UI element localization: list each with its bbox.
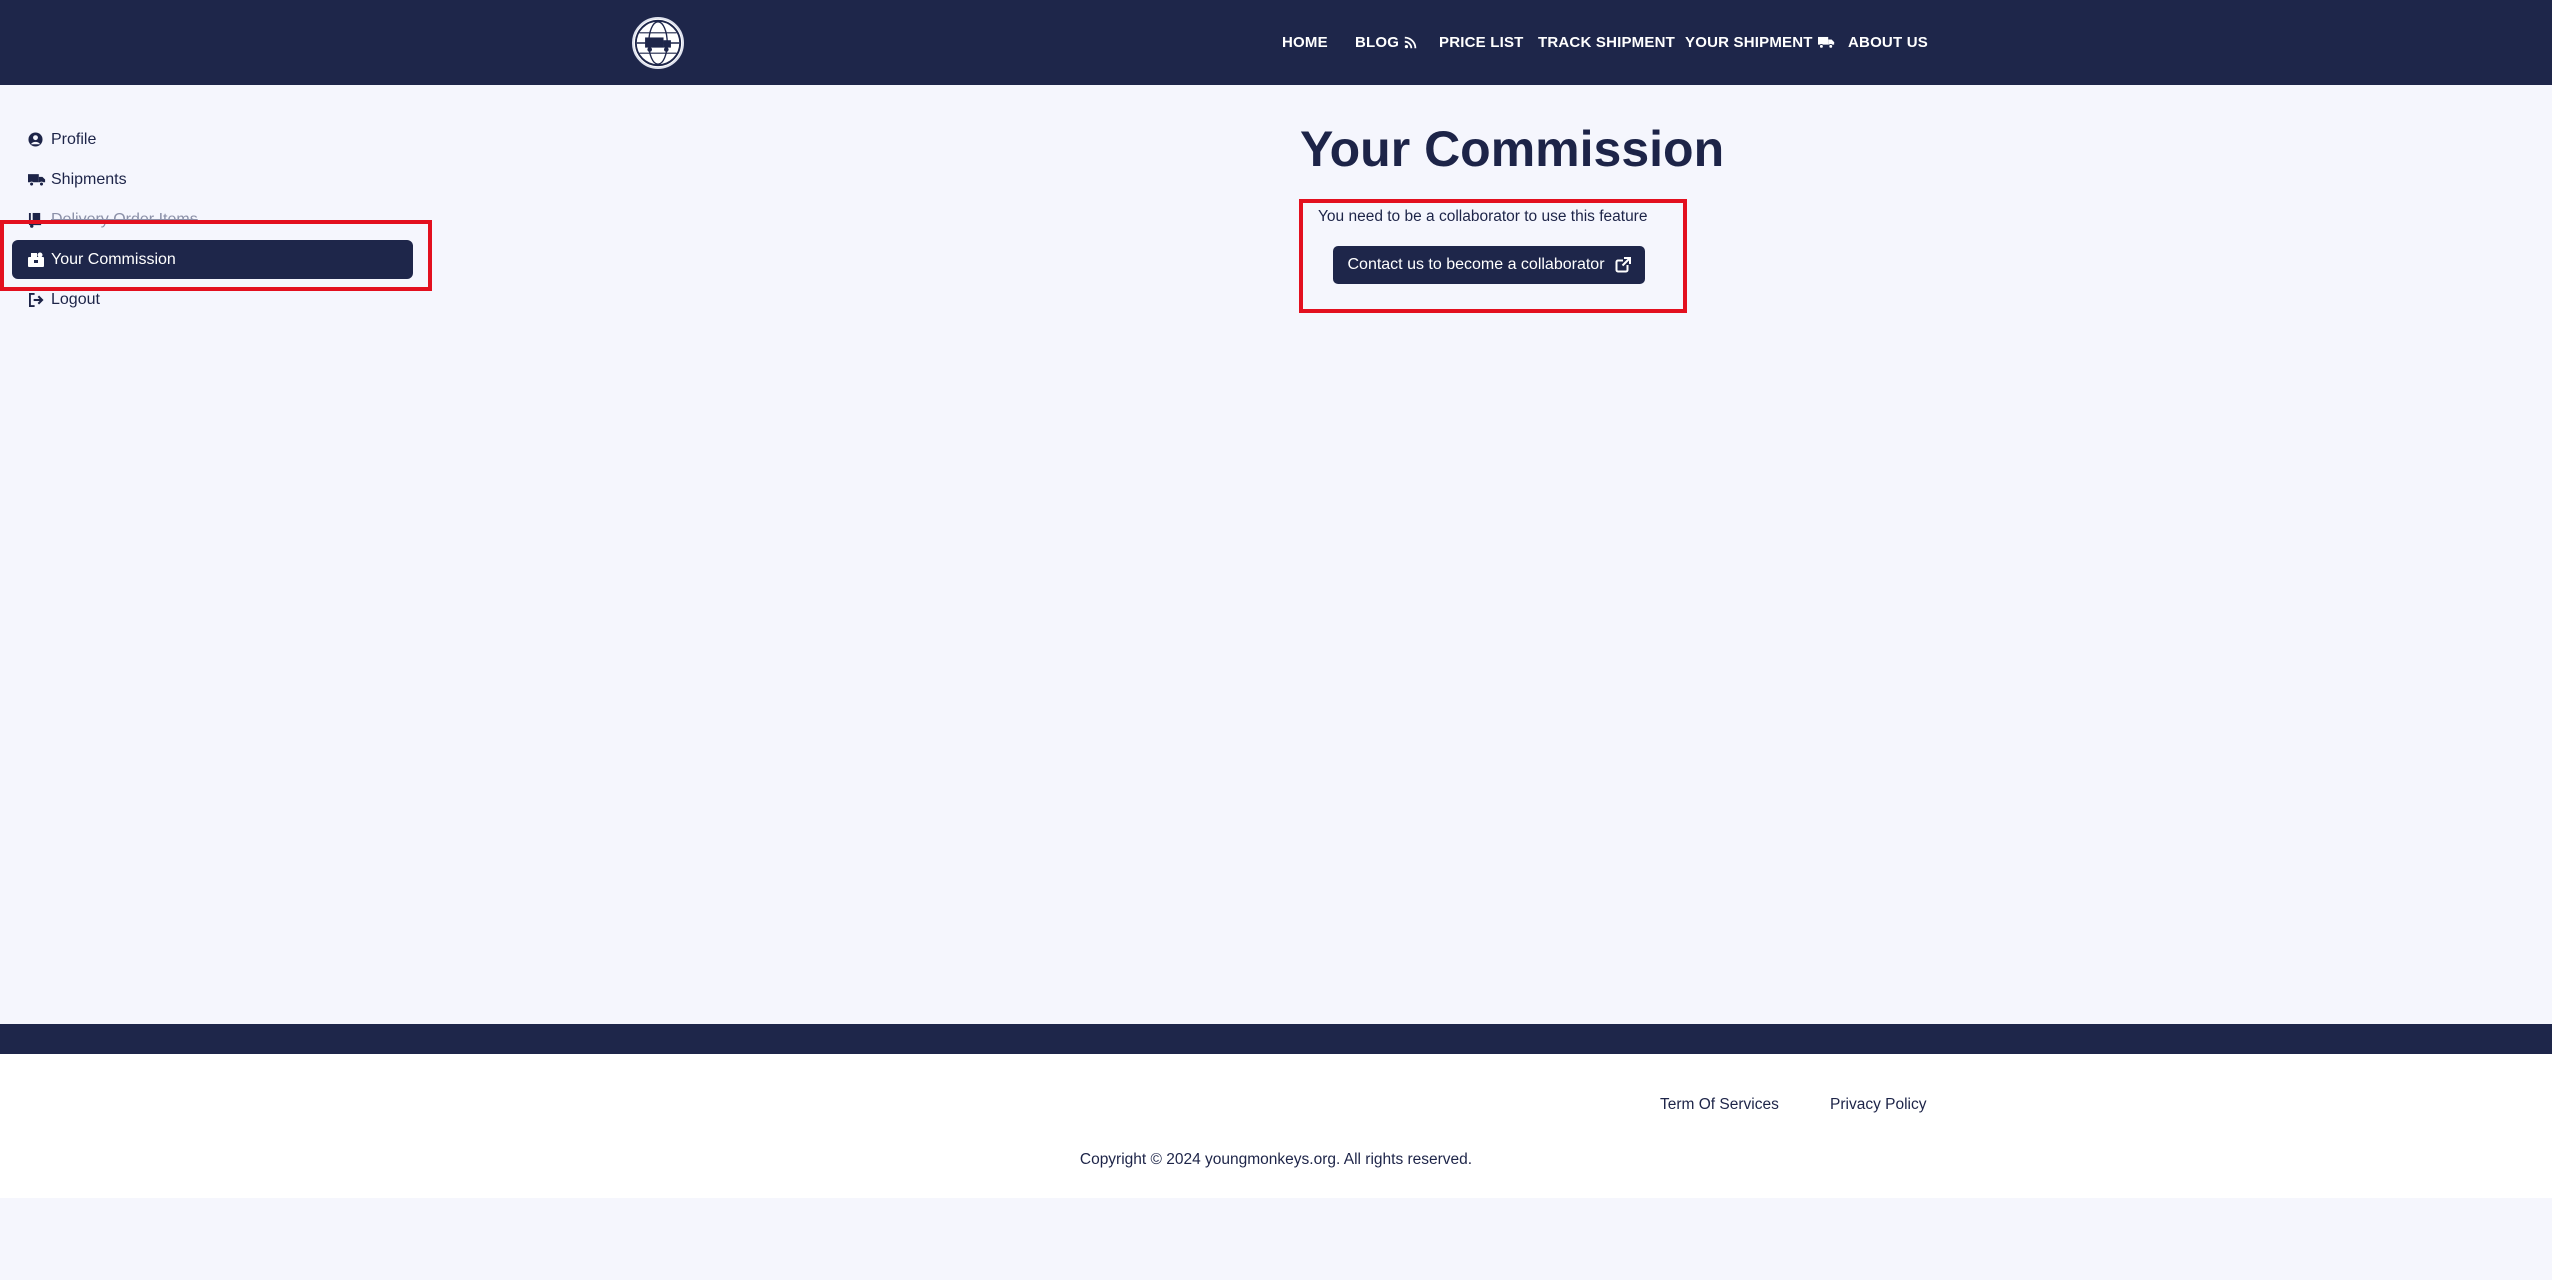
- sidebar-item-shipments[interactable]: Shipments: [12, 160, 413, 199]
- contact-collaborator-label: Contact us to become a collaborator: [1347, 256, 1605, 273]
- truck-icon: [1817, 36, 1835, 49]
- nav-track-shipment[interactable]: TRACK SHIPMENT: [1538, 34, 1675, 51]
- contact-collaborator-button[interactable]: Contact us to become a collaborator: [1333, 246, 1645, 284]
- collaborator-notice: You need to be a collaborator to use thi…: [1318, 208, 1648, 225]
- nav-about-us-label: ABOUT US: [1848, 34, 1928, 51]
- logout-icon: [28, 292, 48, 307]
- sidebar-item-your-commission[interactable]: Your Commission: [12, 240, 413, 279]
- nav-price-list-label: PRICE LIST: [1439, 34, 1524, 51]
- nav-track-shipment-label: TRACK SHIPMENT: [1538, 34, 1675, 51]
- sidebar-item-label: Delivery Order Items: [51, 210, 198, 228]
- nav-your-shipment[interactable]: YOUR SHIPMENT: [1685, 34, 1835, 51]
- sidebar-item-logout[interactable]: Logout: [12, 280, 413, 319]
- footer-link-terms[interactable]: Term Of Services: [1660, 1096, 1779, 1114]
- user-circle-icon: [28, 132, 48, 147]
- nav-price-list[interactable]: PRICE LIST: [1439, 34, 1524, 51]
- footer-strip: [0, 1024, 2552, 1054]
- globe-truck-icon: [634, 19, 682, 67]
- nav-home[interactable]: HOME: [1282, 34, 1328, 51]
- sidebar-item-label: Logout: [51, 290, 100, 308]
- money-box-icon: [28, 252, 48, 267]
- rss-icon: [1404, 36, 1417, 49]
- truck-icon: [28, 173, 48, 187]
- external-link-icon: [1615, 257, 1631, 273]
- nav-blog-label: BLOG: [1355, 34, 1400, 51]
- page-title: Your Commission: [1300, 121, 1725, 177]
- page-footer: Term Of Services Privacy Policy Copyrigh…: [0, 1054, 2552, 1198]
- sidebar-item-label: Your Commission: [51, 250, 176, 268]
- sidebar-item-label: Profile: [51, 130, 97, 148]
- nav-home-label: HOME: [1282, 34, 1328, 51]
- sidebar-item-label: Shipments: [51, 170, 127, 188]
- nav-blog[interactable]: BLOG: [1355, 34, 1417, 51]
- dolly-icon: [28, 212, 48, 228]
- footer-link-privacy[interactable]: Privacy Policy: [1830, 1096, 1926, 1114]
- copyright-text: Copyright © 2024 youngmonkeys.org. All r…: [1079, 1151, 1473, 1168]
- nav-about-us[interactable]: ABOUT US: [1848, 34, 1928, 51]
- sidebar-item-delivery-order-items[interactable]: Delivery Order Items: [12, 200, 413, 239]
- sidebar-item-profile[interactable]: Profile: [12, 120, 413, 159]
- nav-your-shipment-label: YOUR SHIPMENT: [1685, 34, 1813, 51]
- globe-truck-logo[interactable]: [632, 17, 684, 69]
- top-navbar: HOME BLOG PRICE LIST TRACK SHIPMENT YOUR…: [0, 0, 2552, 85]
